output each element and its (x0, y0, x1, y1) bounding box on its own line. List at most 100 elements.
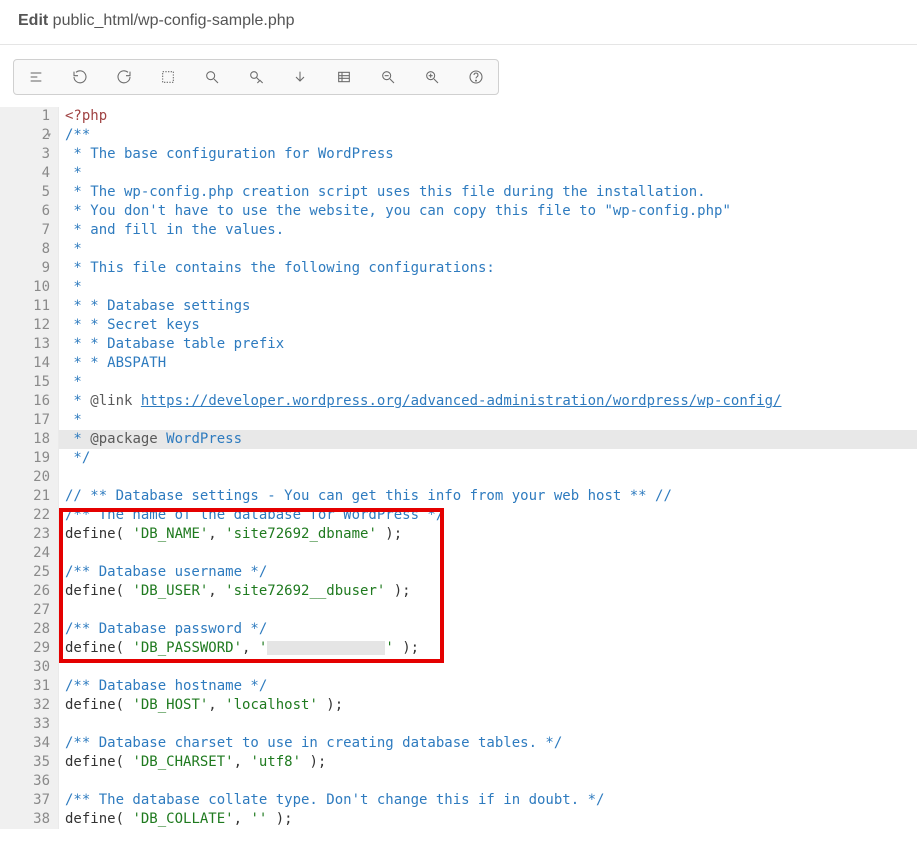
code-line[interactable]: define( 'DB_USER', 'site72692__dbuser' )… (65, 582, 917, 601)
line-number: 30 (0, 658, 50, 677)
list-icon (336, 69, 352, 85)
line-number: 4 (0, 164, 50, 183)
code-line[interactable]: * (65, 240, 917, 259)
code-line[interactable]: /** Database password */ (65, 620, 917, 639)
redo-button[interactable] (102, 60, 146, 94)
code-line[interactable]: * and fill in the values. (65, 221, 917, 240)
line-number: 9 (0, 259, 50, 278)
code-line[interactable] (65, 601, 917, 620)
line-number: 19 (0, 449, 50, 468)
line-number: 15 (0, 373, 50, 392)
line-number: 27 (0, 601, 50, 620)
redo-icon (116, 69, 132, 85)
code-content[interactable]: <?php/** * The base configuration for Wo… (59, 107, 917, 829)
line-number: 34 (0, 734, 50, 753)
code-line[interactable]: * The base configuration for WordPress (65, 145, 917, 164)
code-line[interactable]: * (65, 278, 917, 297)
zoom-out-button[interactable] (366, 60, 410, 94)
select-all-button[interactable] (146, 60, 190, 94)
line-number: 25 (0, 563, 50, 582)
line-number: 17 (0, 411, 50, 430)
code-line[interactable] (65, 544, 917, 563)
line-number: 21 (0, 487, 50, 506)
line-number: 7 (0, 221, 50, 240)
line-number: 36 (0, 772, 50, 791)
code-line[interactable]: * @link https://developer.wordpress.org/… (65, 392, 917, 411)
editor-toolbar (13, 59, 499, 95)
line-number: 3 (0, 145, 50, 164)
undo-button[interactable] (58, 60, 102, 94)
help-button[interactable] (454, 60, 498, 94)
line-number: 6 (0, 202, 50, 221)
code-line[interactable]: define( 'DB_CHARSET', 'utf8' ); (65, 753, 917, 772)
code-line[interactable]: * (65, 164, 917, 183)
line-number-gutter: 1234567891011121314151617181920212223242… (0, 107, 59, 829)
line-number: 16 (0, 392, 50, 411)
code-editor[interactable]: 1234567891011121314151617181920212223242… (0, 107, 917, 829)
editor-header: Edit public_html/wp-config-sample.php (0, 0, 917, 45)
title-prefix: Edit (18, 12, 53, 29)
align-icon (28, 69, 44, 85)
line-number: 37 (0, 791, 50, 810)
code-line[interactable]: * (65, 373, 917, 392)
align-button[interactable] (14, 60, 58, 94)
code-line[interactable]: define( 'DB_PASSWORD', ' ' ); (65, 639, 917, 658)
line-number: 18 (0, 430, 50, 449)
code-line[interactable]: /** (65, 126, 917, 145)
code-line[interactable]: /** Database hostname */ (65, 677, 917, 696)
code-line[interactable]: * * ABSPATH (65, 354, 917, 373)
search-next-button[interactable] (278, 60, 322, 94)
line-number: 24 (0, 544, 50, 563)
help-icon (468, 69, 484, 85)
code-line[interactable] (65, 658, 917, 677)
line-number: 1 (0, 107, 50, 126)
line-number: 29 (0, 639, 50, 658)
zoom-in-icon (424, 69, 440, 85)
line-number: 31 (0, 677, 50, 696)
code-line[interactable]: /** Database charset to use in creating … (65, 734, 917, 753)
code-line[interactable]: * * Secret keys (65, 316, 917, 335)
zoom-out-icon (380, 69, 396, 85)
code-line[interactable]: * * Database table prefix (65, 335, 917, 354)
code-line[interactable]: define( 'DB_NAME', 'site72692_dbname' ); (65, 525, 917, 544)
search-prev-icon (248, 69, 264, 85)
line-number: 38 (0, 810, 50, 829)
select-all-icon (160, 69, 176, 85)
line-number: 2 (0, 126, 50, 145)
code-line[interactable]: * This file contains the following confi… (65, 259, 917, 278)
line-number: 26 (0, 582, 50, 601)
code-line[interactable]: define( 'DB_COLLATE', '' ); (65, 810, 917, 829)
code-line[interactable]: /** The name of the database for WordPre… (65, 506, 917, 525)
line-number: 12 (0, 316, 50, 335)
line-number: 5 (0, 183, 50, 202)
code-line[interactable]: // ** Database settings - You can get th… (65, 487, 917, 506)
line-number: 11 (0, 297, 50, 316)
code-line[interactable]: define( 'DB_HOST', 'localhost' ); (65, 696, 917, 715)
code-line[interactable]: * (65, 411, 917, 430)
search-button[interactable] (190, 60, 234, 94)
search-prev-button[interactable] (234, 60, 278, 94)
line-number: 14 (0, 354, 50, 373)
code-line[interactable]: */ (65, 449, 917, 468)
line-number: 35 (0, 753, 50, 772)
line-number: 23 (0, 525, 50, 544)
code-line[interactable]: /** The database collate type. Don't cha… (65, 791, 917, 810)
undo-icon (72, 69, 88, 85)
code-line[interactable]: * * Database settings (65, 297, 917, 316)
code-line[interactable]: * The wp-config.php creation script uses… (65, 183, 917, 202)
file-path: public_html/wp-config-sample.php (53, 12, 295, 29)
code-line[interactable]: * @package WordPress (59, 430, 917, 449)
code-line[interactable]: /** Database username */ (65, 563, 917, 582)
code-line[interactable] (65, 468, 917, 487)
line-number: 33 (0, 715, 50, 734)
code-line[interactable]: * You don't have to use the website, you… (65, 202, 917, 221)
zoom-in-button[interactable] (410, 60, 454, 94)
search-next-icon (292, 69, 308, 85)
code-line[interactable] (65, 715, 917, 734)
code-line[interactable]: <?php (65, 107, 917, 126)
line-number: 13 (0, 335, 50, 354)
search-icon (204, 69, 220, 85)
code-line[interactable] (65, 772, 917, 791)
line-number: 28 (0, 620, 50, 639)
list-button[interactable] (322, 60, 366, 94)
